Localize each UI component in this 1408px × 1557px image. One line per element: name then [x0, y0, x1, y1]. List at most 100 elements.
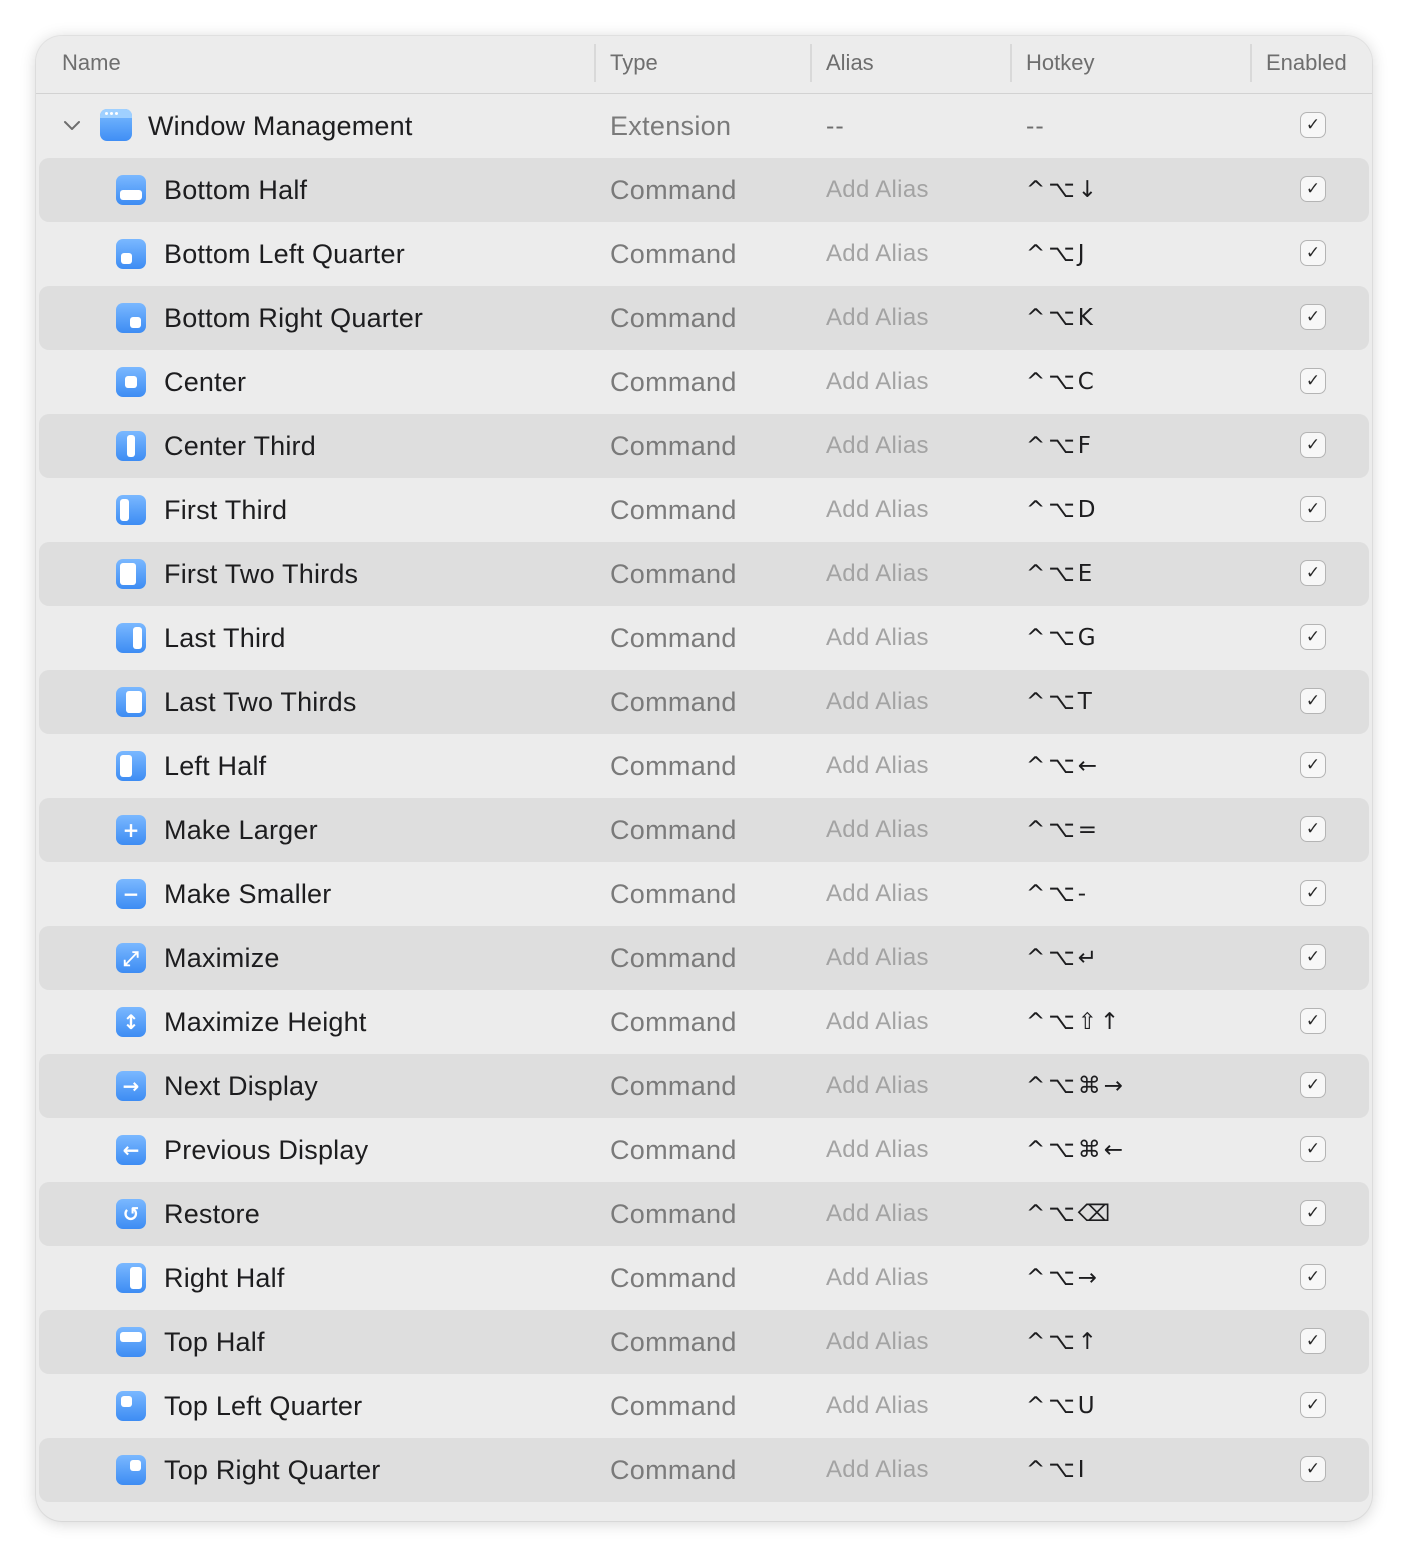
chevron-down-icon[interactable] [62, 116, 82, 136]
hotkey-field[interactable]: ^⌥⌘→ [1026, 1054, 1126, 1118]
enabled-checkbox[interactable]: ✓ [1300, 368, 1326, 394]
table-row[interactable]: Right Half Command Add Alias ^⌥→ ✓ [36, 1246, 1372, 1310]
add-alias-button[interactable]: Add Alias [826, 1182, 929, 1246]
enabled-checkbox[interactable]: ✓ [1300, 1264, 1326, 1290]
enabled-checkbox[interactable]: ✓ [1300, 1072, 1326, 1098]
add-alias-button[interactable]: Add Alias [826, 1438, 929, 1502]
enabled-checkbox[interactable]: ✓ [1300, 1328, 1326, 1354]
table-row[interactable]: Bottom Half Command Add Alias ^⌥↓ ✓ [39, 158, 1369, 222]
table-row[interactable]: Last Third Command Add Alias ^⌥G ✓ [36, 606, 1372, 670]
enabled-checkbox[interactable]: ✓ [1300, 1456, 1326, 1482]
table-row[interactable]: ↕ Maximize Height Command Add Alias ^⌥⇧↑ ✓ [36, 990, 1372, 1054]
add-alias-button[interactable]: Add Alias [826, 798, 929, 862]
add-alias-button[interactable]: Add Alias [826, 926, 929, 990]
hotkey-field[interactable]: ^⌥C [1026, 350, 1097, 414]
table-row[interactable]: Bottom Right Quarter Command Add Alias ^⌥K ✓ [39, 286, 1369, 350]
hotkey-field[interactable]: ^⌥↑ [1026, 1310, 1100, 1374]
hotkey-field[interactable]: ^⌥U [1026, 1374, 1098, 1438]
table-row[interactable]: Last Two Thirds Command Add Alias ^⌥T ✓ [39, 670, 1369, 734]
add-alias-button[interactable]: Add Alias [826, 1118, 929, 1182]
column-divider[interactable] [1010, 44, 1012, 82]
table-row[interactable]: Top Left Quarter Command Add Alias ^⌥U ✓ [36, 1374, 1372, 1438]
hotkey-field[interactable]: ^⌥↓ [1026, 158, 1100, 222]
add-alias-button[interactable]: Add Alias [826, 350, 929, 414]
add-alias-button[interactable]: Add Alias [826, 670, 929, 734]
column-header-alias[interactable]: Alias [826, 36, 874, 93]
column-header-type[interactable]: Type [610, 36, 658, 93]
command-name: Last Two Thirds [164, 687, 357, 717]
table-row[interactable]: First Two Thirds Command Add Alias ^⌥E ✓ [39, 542, 1369, 606]
add-alias-button[interactable]: Add Alias [826, 1246, 929, 1310]
add-alias-button[interactable]: Add Alias [826, 862, 929, 926]
enabled-checkbox[interactable]: ✓ [1300, 816, 1326, 842]
hotkey-field[interactable]: ^⌥← [1026, 734, 1100, 798]
add-alias-button[interactable]: Add Alias [826, 222, 929, 286]
hotkey-field[interactable]: ^⌥J [1026, 222, 1088, 286]
table-row[interactable]: Center Command Add Alias ^⌥C ✓ [36, 350, 1372, 414]
column-header-hotkey[interactable]: Hotkey [1026, 36, 1094, 93]
enabled-checkbox[interactable]: ✓ [1300, 752, 1326, 778]
command-type: Command [610, 623, 737, 653]
table-row[interactable]: + Make Larger Command Add Alias ^⌥= ✓ [39, 798, 1369, 862]
add-alias-button[interactable]: Add Alias [826, 286, 929, 350]
column-header-name[interactable]: Name [62, 36, 121, 93]
add-alias-button[interactable]: Add Alias [826, 990, 929, 1054]
add-alias-button[interactable]: Add Alias [826, 1310, 929, 1374]
add-alias-button[interactable]: Add Alias [826, 734, 929, 798]
table-row[interactable]: ↺ Restore Command Add Alias ^⌥⌫ ✓ [39, 1182, 1369, 1246]
add-alias-button[interactable]: Add Alias [826, 606, 929, 670]
add-alias-button[interactable]: Add Alias [826, 414, 929, 478]
hotkey-field[interactable]: ^⌥F [1026, 414, 1094, 478]
enabled-checkbox[interactable]: ✓ [1300, 1392, 1326, 1418]
enabled-checkbox[interactable]: ✓ [1300, 560, 1326, 586]
add-alias-button[interactable]: Add Alias [826, 1054, 929, 1118]
hotkey-field[interactable]: ^⌥- [1026, 862, 1089, 926]
add-alias-button[interactable]: Add Alias [826, 542, 929, 606]
enabled-checkbox[interactable]: ✓ [1300, 112, 1326, 138]
enabled-checkbox[interactable]: ✓ [1300, 1200, 1326, 1226]
hotkey-field[interactable]: ^⌥K [1026, 286, 1096, 350]
hotkey-field[interactable]: ^⌥= [1026, 798, 1100, 862]
enabled-checkbox[interactable]: ✓ [1300, 1008, 1326, 1034]
enabled-checkbox[interactable]: ✓ [1300, 880, 1326, 906]
command-name: Last Third [164, 623, 286, 653]
enabled-checkbox[interactable]: ✓ [1300, 304, 1326, 330]
hotkey-field[interactable]: ^⌥⇧↑ [1026, 990, 1122, 1054]
table-row[interactable]: Top Half Command Add Alias ^⌥↑ ✓ [39, 1310, 1369, 1374]
enabled-checkbox[interactable]: ✓ [1300, 1136, 1326, 1162]
table-row[interactable]: → Next Display Command Add Alias ^⌥⌘→ ✓ [39, 1054, 1369, 1118]
hotkey-field[interactable]: ^⌥D [1026, 478, 1099, 542]
add-alias-button[interactable]: Add Alias [826, 1374, 929, 1438]
hotkey-field[interactable]: ^⌥⌫ [1026, 1182, 1113, 1246]
column-divider[interactable] [594, 44, 596, 82]
enabled-checkbox[interactable]: ✓ [1300, 624, 1326, 650]
hotkey-field[interactable]: ^⌥G [1026, 606, 1099, 670]
column-divider[interactable] [1250, 44, 1252, 82]
table-row[interactable]: Bottom Left Quarter Command Add Alias ^⌥J ✓ [36, 222, 1372, 286]
column-divider[interactable] [810, 44, 812, 82]
enabled-checkbox[interactable]: ✓ [1300, 496, 1326, 522]
add-alias-button[interactable]: Add Alias [826, 478, 929, 542]
top-half-icon [116, 1327, 146, 1357]
table-row[interactable]: First Third Command Add Alias ^⌥D ✓ [36, 478, 1372, 542]
table-row[interactable]: Top Right Quarter Command Add Alias ^⌥I ✓ [39, 1438, 1369, 1502]
hotkey-field[interactable]: ^⌥I [1026, 1438, 1088, 1502]
table-row[interactable]: − Make Smaller Command Add Alias ^⌥- ✓ [36, 862, 1372, 926]
extension-row[interactable]: Window Management Extension -- -- ✓ [36, 94, 1372, 158]
hotkey-field[interactable]: ^⌥E [1026, 542, 1095, 606]
enabled-checkbox[interactable]: ✓ [1300, 240, 1326, 266]
column-header-enabled[interactable]: Enabled [1266, 36, 1347, 93]
hotkey-field[interactable]: ^⌥⌘← [1026, 1118, 1126, 1182]
enabled-checkbox[interactable]: ✓ [1300, 432, 1326, 458]
table-row[interactable]: Left Half Command Add Alias ^⌥← ✓ [36, 734, 1372, 798]
table-row[interactable]: ← Previous Display Command Add Alias ^⌥⌘← ✓ [36, 1118, 1372, 1182]
hotkey-field[interactable]: ^⌥↵ [1026, 926, 1100, 990]
enabled-checkbox[interactable]: ✓ [1300, 944, 1326, 970]
add-alias-button[interactable]: Add Alias [826, 158, 929, 222]
enabled-checkbox[interactable]: ✓ [1300, 688, 1326, 714]
table-row[interactable]: ⤢ Maximize Command Add Alias ^⌥↵ ✓ [39, 926, 1369, 990]
hotkey-field[interactable]: ^⌥→ [1026, 1246, 1100, 1310]
table-row[interactable]: Center Third Command Add Alias ^⌥F ✓ [39, 414, 1369, 478]
enabled-checkbox[interactable]: ✓ [1300, 176, 1326, 202]
hotkey-field[interactable]: ^⌥T [1026, 670, 1095, 734]
